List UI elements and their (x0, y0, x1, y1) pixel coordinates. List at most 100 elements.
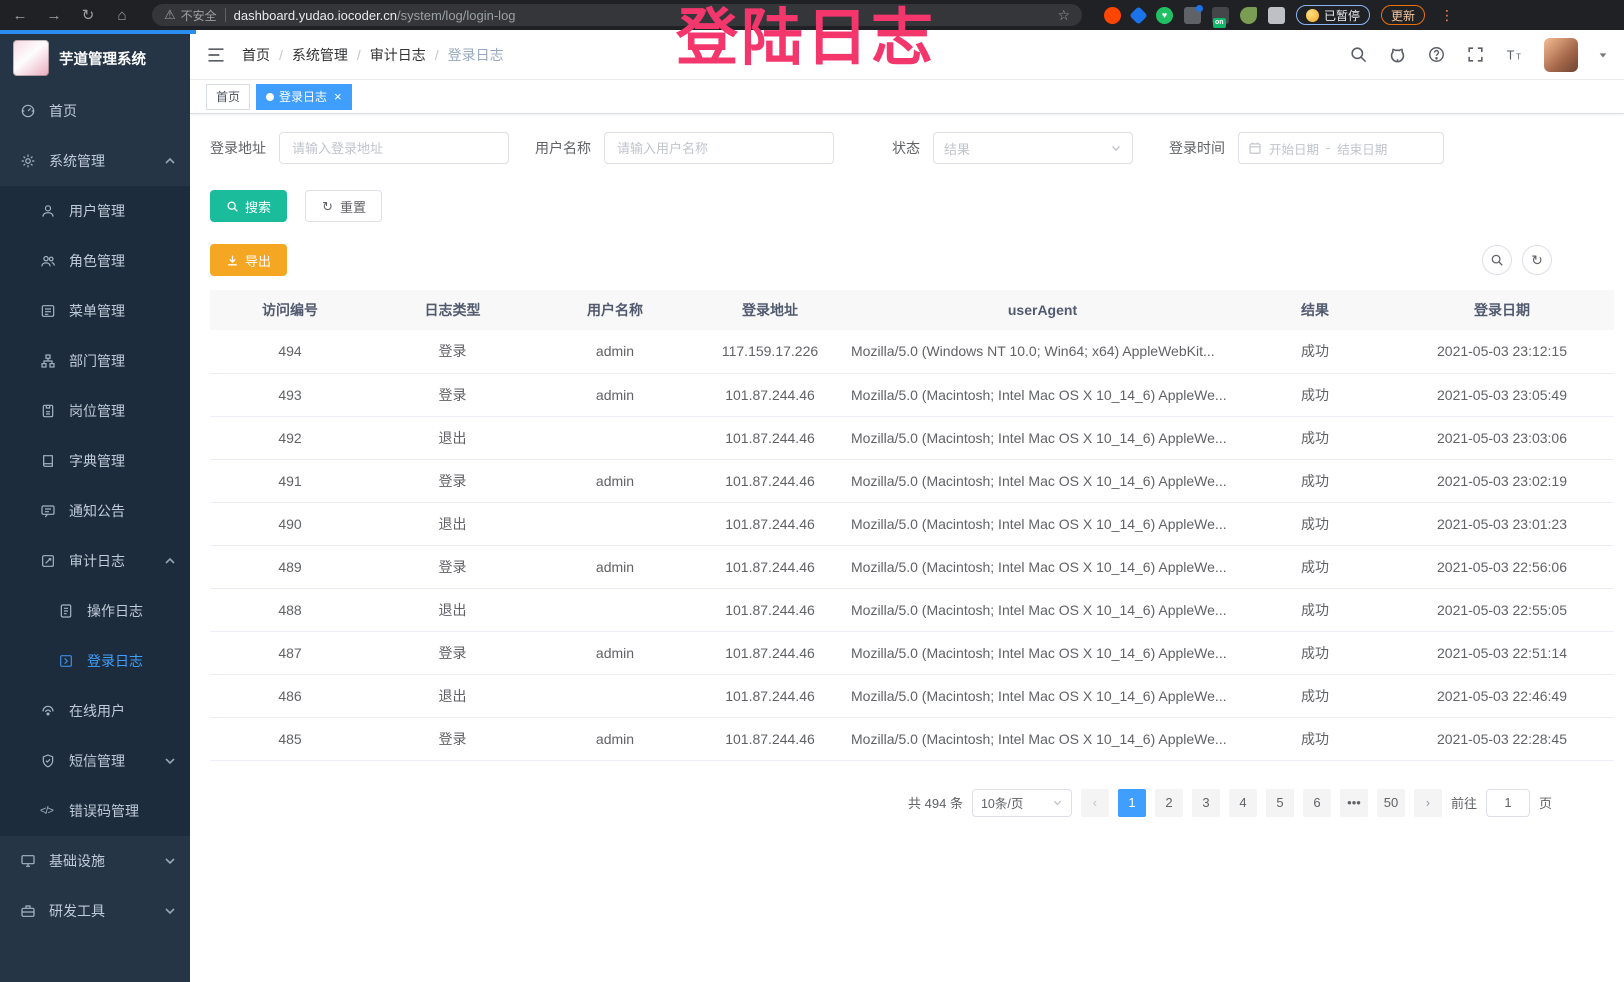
sidebar-item-audit-log[interactable]: 审计日志 (0, 536, 190, 586)
table-row: 489登录admin101.87.244.46Mozilla/5.0 (Maci… (210, 545, 1614, 588)
tag-login-log[interactable]: 登录日志 × (256, 84, 352, 110)
extension-icon[interactable] (1184, 7, 1201, 24)
select-placeholder: 结果 (944, 139, 970, 158)
sidebar-item-devtools[interactable]: 研发工具 (0, 886, 190, 936)
extension-icon[interactable] (1129, 6, 1147, 24)
cell-username: admin (535, 330, 695, 373)
top-navbar: 首页 / 系统管理 / 审计日志 / 登录日志 TT (190, 30, 1624, 80)
book-icon (40, 453, 56, 469)
address-bar[interactable]: ⚠ 不安全 dashboard.yudao.iocoder.cn/system/… (152, 4, 1082, 26)
sidebar-item-menus[interactable]: 菜单管理 (0, 286, 190, 336)
page-button[interactable]: 1 (1118, 789, 1146, 817)
sidebar-item-login-log[interactable]: 登录日志 (0, 636, 190, 686)
bookmark-star-icon[interactable]: ☆ (1057, 7, 1070, 24)
login-address-input[interactable] (279, 132, 509, 164)
extension-icon[interactable]: on (1212, 7, 1229, 24)
caret-down-icon[interactable] (1598, 50, 1608, 60)
browser-forward-icon[interactable]: → (44, 7, 64, 24)
tag-home[interactable]: 首页 (206, 84, 250, 110)
cell-login-address: 101.87.244.46 (695, 545, 845, 588)
sidebar-item-operate-log[interactable]: 操作日志 (0, 586, 190, 636)
page-button[interactable]: 6 (1303, 789, 1331, 817)
chevron-down-icon (1110, 142, 1122, 154)
cell-result: 成功 (1240, 502, 1390, 545)
sidebar-item-label: 操作日志 (87, 601, 143, 621)
page-button[interactable]: 4 (1229, 789, 1257, 817)
search-icon[interactable] (1349, 45, 1368, 64)
sidebar-item-infra[interactable]: 基础设施 (0, 836, 190, 886)
browser-reload-icon[interactable]: ↻ (78, 6, 98, 24)
sidebar-item-system[interactable]: 系统管理 (0, 136, 190, 186)
shield-check-icon (40, 753, 56, 769)
font-size-icon[interactable]: TT (1505, 45, 1524, 64)
sidebar-item-notice[interactable]: 通知公告 (0, 486, 190, 536)
next-page-button[interactable]: › (1414, 789, 1442, 817)
browser-home-icon[interactable]: ⌂ (112, 7, 132, 24)
pagination: 共 494 条 10条/页 ‹ 123456•••50 › 前往 页 (210, 789, 1552, 817)
prev-page-button[interactable]: ‹ (1081, 789, 1109, 817)
page-button[interactable]: 5 (1266, 789, 1294, 817)
extension-icon[interactable] (1104, 7, 1121, 24)
user-avatar[interactable] (1544, 38, 1578, 72)
toggle-search-button[interactable] (1482, 245, 1512, 275)
page-size-value: 10条/页 (981, 793, 1023, 812)
extensions-puzzle-icon[interactable] (1268, 7, 1285, 24)
emoji-icon (1306, 9, 1319, 22)
sidebar-item-posts[interactable]: 岗位管理 (0, 386, 190, 436)
extension-icon[interactable]: ♥ (1156, 7, 1173, 24)
search-button[interactable]: 搜索 (210, 190, 287, 222)
sidebar-item-dict[interactable]: 字典管理 (0, 436, 190, 486)
cell-user-agent: Mozilla/5.0 (Macintosh; Intel Mac OS X 1… (845, 459, 1240, 502)
hamburger-icon[interactable] (206, 45, 226, 65)
page-button[interactable]: 3 (1192, 789, 1220, 817)
page-button[interactable]: 50 (1377, 789, 1405, 817)
reset-button[interactable]: ↻ 重置 (305, 190, 382, 222)
login-time-range-picker[interactable]: 开始日期 - 结束日期 (1238, 132, 1444, 164)
refresh-table-button[interactable]: ↻ (1522, 245, 1552, 275)
filter-label: 登录地址 (210, 138, 266, 158)
status-select[interactable]: 结果 (933, 132, 1133, 164)
sidebar-item-sms[interactable]: 短信管理 (0, 736, 190, 786)
cell-login-address: 101.87.244.46 (695, 459, 845, 502)
extension-icon[interactable] (1240, 7, 1257, 24)
goto-page-input[interactable] (1486, 789, 1530, 817)
paused-badge[interactable]: 已暂停 (1296, 5, 1370, 25)
update-button[interactable]: 更新 (1381, 5, 1425, 25)
fullscreen-icon[interactable] (1466, 45, 1485, 64)
cell-username: admin (535, 545, 695, 588)
sidebar-item-users[interactable]: 用户管理 (0, 186, 190, 236)
sidebar-item-error-code[interactable]: </> 错误码管理 (0, 786, 190, 836)
github-icon[interactable] (1388, 45, 1407, 64)
cell-username: admin (535, 373, 695, 416)
search-icon (226, 200, 239, 213)
export-button[interactable]: 导出 (210, 244, 287, 276)
sidebar-item-online-users[interactable]: 在线用户 (0, 686, 190, 736)
filter-status: 状态 结果 (892, 132, 1133, 164)
cell-result: 成功 (1240, 545, 1390, 588)
chevron-up-icon (164, 155, 176, 167)
total-count: 共 494 条 (908, 793, 963, 812)
cell-login-address: 101.87.244.46 (695, 373, 845, 416)
cell-login-date: 2021-05-03 22:46:49 (1390, 674, 1614, 717)
help-icon[interactable] (1427, 45, 1446, 64)
username-input[interactable] (604, 132, 834, 164)
breadcrumb-item[interactable]: 审计日志 (370, 45, 426, 65)
browser-menu-icon[interactable]: ⋮ (1440, 7, 1454, 24)
sidebar-item-home[interactable]: 首页 (0, 86, 190, 136)
logo-row[interactable]: 芋道管理系统 (0, 30, 190, 86)
table-row: 487登录admin101.87.244.46Mozilla/5.0 (Maci… (210, 631, 1614, 674)
cell-username (535, 588, 695, 631)
page-button[interactable]: 2 (1155, 789, 1183, 817)
sidebar-item-label: 基础设施 (49, 851, 105, 871)
page-ellipsis[interactable]: ••• (1340, 789, 1368, 817)
breadcrumb-item[interactable]: 系统管理 (292, 45, 348, 65)
extensions-row: ♥ on 已暂停 更新 ⋮ (1104, 5, 1454, 25)
sidebar-item-departments[interactable]: 部门管理 (0, 336, 190, 386)
sidebar-item-roles[interactable]: 角色管理 (0, 236, 190, 286)
close-icon[interactable]: × (334, 89, 342, 104)
filter-label: 登录时间 (1169, 138, 1225, 158)
security-warning[interactable]: ⚠ 不安全 (164, 7, 217, 24)
browser-back-icon[interactable]: ← (10, 7, 30, 24)
breadcrumb-item[interactable]: 首页 (242, 45, 270, 65)
page-size-select[interactable]: 10条/页 (972, 789, 1072, 817)
